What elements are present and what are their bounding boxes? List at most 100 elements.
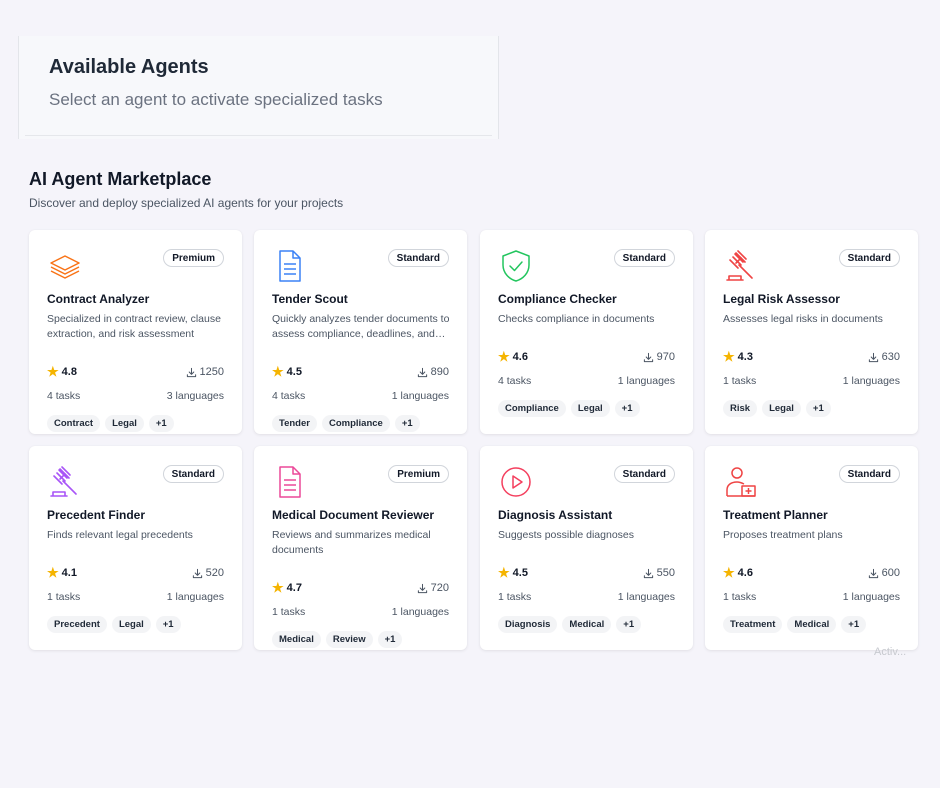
agent-description: Checks compliance in documents [498,313,655,325]
star-icon: ★ [47,565,59,580]
tag[interactable]: Treatment [723,616,783,633]
available-agents-panel: Available Agents Select an agent to acti… [18,36,499,139]
task-count: 1 tasks [723,591,757,603]
tier-badge: Standard [387,249,449,267]
star-icon: ★ [272,364,284,379]
rating-value: 4.6 [737,567,753,579]
agent-card[interactable]: Standard Precedent Finder Finds relevant… [29,446,242,650]
agent-card[interactable]: Standard Diagnosis Assistant Suggests po… [480,446,693,650]
agent-meta: 1 tasks 1 languages [272,606,449,620]
tag[interactable]: Review [325,631,373,648]
agent-description: Finds relevant legal precedents [47,529,193,541]
download-count: 520 [205,567,224,579]
download-icon [643,352,654,363]
tag-list: Diagnosis Medical +1 [498,616,642,633]
agent-card[interactable]: Standard Treatment Planner Proposes trea… [705,446,918,650]
task-count: 1 tasks [723,375,757,387]
rating-value: 4.7 [286,582,302,594]
tag[interactable]: +1 [394,415,420,432]
tag[interactable]: Risk [723,400,758,417]
gavel-icon [723,248,759,284]
tag[interactable]: +1 [148,415,174,432]
available-agents-subtitle: Select an agent to activate specialized … [49,90,383,109]
tag[interactable]: Tender [272,415,317,432]
agent-card[interactable]: Standard Compliance Checker Checks compl… [480,230,693,434]
star-icon: ★ [272,580,284,595]
download-icon [417,583,428,594]
language-count: 1 languages [391,606,449,618]
task-count: 4 tasks [47,390,81,402]
tag[interactable]: +1 [805,400,831,417]
play-circle-icon [498,464,534,500]
tag[interactable]: +1 [377,631,403,648]
tag-list: Risk Legal +1 [723,400,831,417]
tag[interactable]: Compliance [321,415,390,432]
download-count: 600 [881,567,900,579]
agent-card[interactable]: Standard Legal Risk Assessor Assesses le… [705,230,918,434]
agent-meta: 4 tasks 1 languages [498,375,675,389]
agent-stats: ★ 4.7 720 [272,580,449,596]
agent-stats: ★ 4.8 1250 [47,364,224,380]
tag[interactable]: Medical [562,616,612,633]
task-count: 4 tasks [498,375,532,387]
agent-name: Medical Document Reviewer [272,508,435,522]
rating-value: 4.6 [512,351,528,363]
tag[interactable]: +1 [614,400,640,417]
star-icon: ★ [723,565,735,580]
tag-list: Medical Review +1 [272,631,403,648]
tag-list: Tender Compliance +1 [272,415,420,432]
rating-value: 4.8 [61,366,77,378]
rating: ★ 4.6 [723,565,753,580]
task-count: 1 tasks [498,591,532,603]
document-icon [272,464,308,500]
gavel-icon [47,464,83,500]
download-count: 1250 [199,366,224,378]
tag[interactable]: Compliance [498,400,566,417]
download-icon [417,367,428,378]
agent-meta: 4 tasks 1 languages [272,390,449,404]
tag[interactable]: +1 [616,616,642,633]
rating-value: 4.5 [512,567,528,579]
rating: ★ 4.1 [47,565,77,580]
agent-stats: ★ 4.6 970 [498,350,675,365]
rating: ★ 4.7 [272,580,302,595]
tag[interactable]: Contract [47,415,101,432]
tag[interactable]: Precedent [47,616,107,633]
tag[interactable]: Legal [105,415,144,432]
tier-badge: Premium [163,249,224,267]
agent-description: Assesses legal risks in documents [723,313,883,325]
agent-meta: 4 tasks 3 languages [47,390,224,404]
tag-list: Compliance Legal +1 [498,400,640,417]
tag[interactable]: +1 [841,616,867,633]
agent-name: Compliance Checker [498,292,617,306]
layers-icon [47,248,83,284]
language-count: 3 languages [166,390,224,402]
tag[interactable]: Legal [762,400,801,417]
downloads: 970 [643,351,675,363]
tag-list: Precedent Legal +1 [47,616,181,633]
agent-description: Proposes treatment plans [723,529,843,541]
downloads: 520 [192,567,224,579]
star-icon: ★ [498,565,510,580]
panel-divider [25,135,492,136]
language-count: 1 languages [617,591,675,603]
rating: ★ 4.8 [47,364,77,379]
agent-card[interactable]: Premium Contract Analyzer Specialized in… [29,230,242,434]
agent-card[interactable]: Premium Medical Document Reviewer Review… [254,446,467,650]
agent-meta: 1 tasks 1 languages [723,591,900,605]
agent-card[interactable]: Standard Tender Scout Quickly analyzes t… [254,230,467,434]
star-icon: ★ [723,349,735,364]
document-icon [272,248,308,284]
tag[interactable]: Medical [787,616,837,633]
agent-description: Suggests possible diagnoses [498,529,635,541]
language-count: 1 languages [842,591,900,603]
tag[interactable]: Legal [570,400,610,417]
download-icon [186,367,197,378]
tag[interactable]: +1 [155,616,181,633]
tag[interactable]: Diagnosis [498,616,558,633]
agent-name: Diagnosis Assistant [498,508,613,522]
tag[interactable]: Legal [111,616,151,633]
star-icon: ★ [47,364,59,379]
tag[interactable]: Medical [272,631,321,648]
agent-description: Quickly analyzes tender documents to ass… [272,313,450,340]
